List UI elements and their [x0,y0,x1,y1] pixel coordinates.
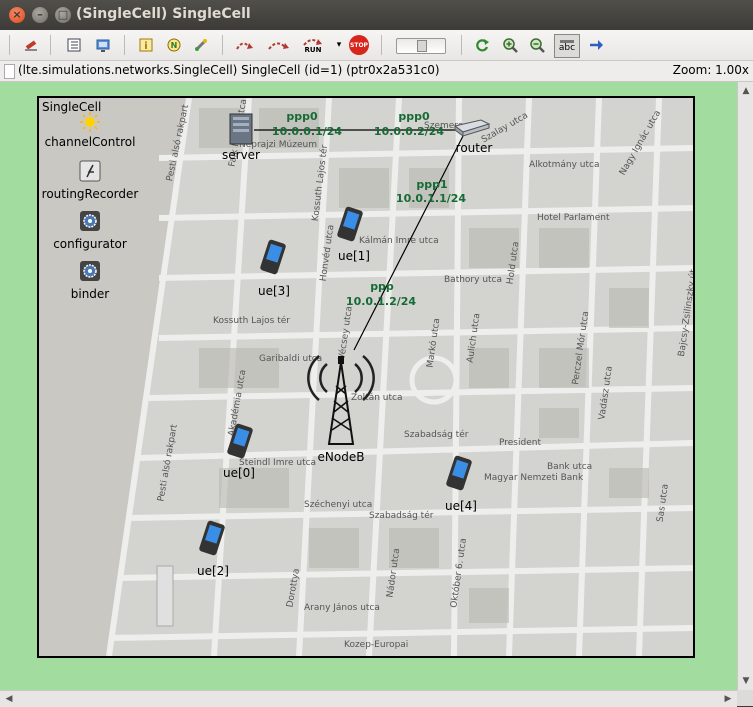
refresh-icon[interactable] [471,34,493,56]
zoom-level: Zoom: 1.00x [672,63,749,77]
routingRecorder-label: routingRecorder [41,187,139,201]
log-window-icon[interactable] [92,34,114,56]
ue4-phone-icon[interactable] [444,455,474,495]
abc-label: abc [558,42,576,53]
ue1-phone-icon[interactable] [335,206,365,246]
enb-ip-label: 10.0.1.2/24 [345,295,417,308]
toolbar-separator [124,35,125,55]
ue0-label: ue[0] [223,466,255,480]
scroll-right-icon[interactable]: ▶ [721,692,735,706]
step-icon[interactable] [234,34,260,56]
run-label: RUN [304,46,322,54]
main-window: × – □ (SingleCell) SingleCell i N RUN ▾ … [0,0,753,707]
enb-if-label: ppp [370,280,394,293]
ue2-label: ue[2] [197,564,229,578]
rebuild-icon[interactable] [20,34,42,56]
path-bar: (lte.simulations.networks.SingleCell) Si… [0,61,753,82]
enodeb-label: eNodeB [317,450,365,464]
server-ip-label: 10.0.0.1/24 [271,125,343,138]
speed-slider-thumb[interactable] [417,40,427,52]
router-ip1-label: 10.0.1.1/24 [395,192,467,205]
labels-toggle-icon[interactable]: abc [554,34,580,58]
router-enodeb-link [353,133,465,351]
ue1-label: ue[1] [338,249,370,263]
toolbar-separator [381,35,382,55]
info-icon[interactable]: i [135,34,157,56]
channelControl-label: channelControl [44,135,136,149]
window-title: (SingleCell) SingleCell [76,6,251,22]
title-bar[interactable]: × – □ (SingleCell) SingleCell [0,0,753,30]
binder-label: binder [70,287,110,301]
toolbar-separator [222,35,223,55]
svg-text:i: i [144,41,147,52]
ue0-phone-icon[interactable] [225,423,255,463]
maximize-icon[interactable]: □ [55,7,71,23]
enodeb-tower-icon[interactable] [305,346,377,452]
run-icon[interactable]: RUN [298,34,328,56]
run-dropdown-icon[interactable]: ▾ [333,34,345,56]
toolbar-separator [9,35,10,55]
configurator-label: configurator [53,237,127,251]
binder-gear-icon[interactable] [79,260,101,286]
close-icon[interactable]: × [9,7,25,23]
ue3-label: ue[3] [258,284,290,298]
scroll-down-icon[interactable]: ▼ [739,674,753,688]
scroll-up-icon[interactable]: ▲ [739,84,753,98]
ue2-phone-icon[interactable] [197,520,227,560]
toolbar-separator [461,35,462,55]
minimize-icon[interactable]: – [32,7,48,23]
router-label: router [455,141,493,155]
object-tree-icon[interactable] [63,34,85,56]
server-label: server [222,148,260,162]
scroll-corner [737,690,753,706]
server-icon[interactable] [226,112,256,150]
zoom-in-icon[interactable] [499,34,521,56]
ue3-phone-icon[interactable] [258,239,288,279]
scroll-left-icon[interactable]: ◀ [2,692,16,706]
zoom-out-icon[interactable] [526,34,548,56]
stop-icon[interactable]: STOP [348,34,370,56]
network-icon[interactable]: N [163,34,185,56]
object-path: (lte.simulations.networks.SingleCell) Si… [18,63,440,77]
horizontal-scrollbar[interactable]: ◀ ▶ [0,690,737,707]
sun-icon[interactable] [79,111,101,137]
router-if0-label: ppp0 [398,110,430,123]
network-compound-module[interactable]: Pesti alsó rakpart Pesti alsó rakpart Ko… [37,96,695,658]
speed-slider[interactable] [396,38,446,54]
tools-icon[interactable] [190,34,212,56]
recorder-icon[interactable] [79,160,101,186]
router-if1-label: ppp1 [416,178,448,191]
stop-label: STOP [349,35,369,55]
ue4-label: ue[4] [445,499,477,513]
svg-text:N: N [171,41,178,50]
router-ip0-label: 10.0.0.2/24 [373,125,445,138]
toolbar: i N RUN ▾ STOP abc [0,30,753,61]
vertical-scrollbar[interactable]: ▲ ▼ [737,82,753,690]
fast-icon[interactable] [266,34,294,56]
configurator-gear-icon[interactable] [79,210,101,236]
server-if-label: ppp0 [286,110,318,123]
toolbar-separator [50,35,51,55]
network-canvas[interactable]: Pesti alsó rakpart Pesti alsó rakpart Ko… [0,82,737,690]
path-indicator [4,64,15,79]
router-icon[interactable] [451,116,491,144]
arrow-icon[interactable] [585,34,607,56]
